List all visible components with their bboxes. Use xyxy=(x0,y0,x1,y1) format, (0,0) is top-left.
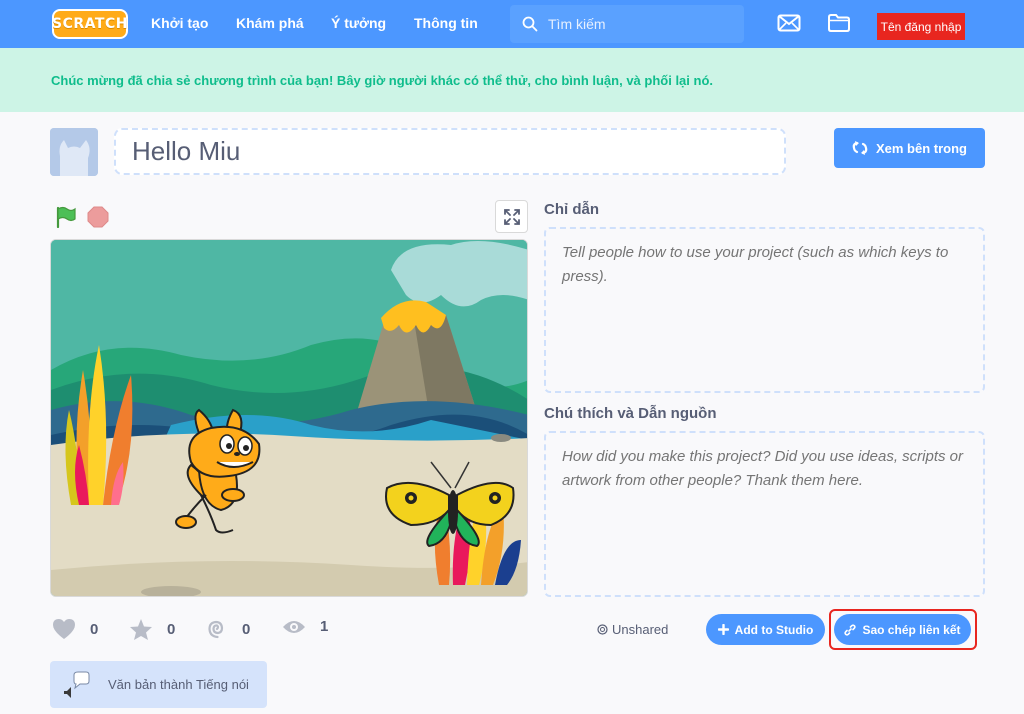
remix-stat: 0 xyxy=(206,618,250,640)
remix-count: 0 xyxy=(242,620,251,638)
eye-icon xyxy=(283,620,305,633)
nav-link-ideas[interactable]: Ý tưởng xyxy=(331,15,386,31)
notes-credits-textarea[interactable] xyxy=(544,431,985,597)
copy-link-button[interactable]: Sao chép liên kết xyxy=(834,614,971,645)
project-thumbnail[interactable] xyxy=(50,128,98,176)
favorite-stat[interactable]: 0 xyxy=(129,618,175,641)
project-stage[interactable] xyxy=(50,239,528,597)
view-count: 1 xyxy=(320,618,329,635)
green-flag-icon[interactable] xyxy=(55,206,77,228)
speaker-speech-icon xyxy=(64,671,90,698)
share-success-message: Chúc mừng đã chia sẻ chương trình của bạ… xyxy=(51,72,714,88)
unshared-icon xyxy=(597,624,608,635)
instructions-label: Chỉ dẫn xyxy=(544,201,599,218)
heart-icon xyxy=(53,619,75,639)
see-inside-button[interactable]: Xem bên trong xyxy=(834,128,985,168)
fullscreen-button[interactable] xyxy=(495,200,528,233)
scratch-logo[interactable]: SCRATCH xyxy=(52,9,128,39)
nav-link-explore[interactable]: Khám phá xyxy=(236,15,304,31)
message-icon[interactable] xyxy=(777,14,801,32)
share-status-label: Unshared xyxy=(612,622,669,637)
copy-link-label: Sao chép liên kết xyxy=(862,622,961,637)
search-input[interactable] xyxy=(548,16,728,32)
see-inside-label: Xem bên trong xyxy=(875,140,967,156)
stage-backdrop xyxy=(51,240,527,596)
project-title-input[interactable] xyxy=(114,128,786,175)
nav-link-about[interactable]: Thông tin xyxy=(414,15,478,31)
search-icon xyxy=(522,16,538,32)
text-to-speech-label: Văn bản thành Tiếng nói xyxy=(108,677,249,692)
plus-icon xyxy=(717,624,729,635)
add-to-studio-label: Add to Studio xyxy=(734,622,814,637)
text-to-speech-extension[interactable]: Văn bản thành Tiếng nói xyxy=(50,661,267,708)
link-icon xyxy=(844,623,857,636)
share-success-banner: Chúc mừng đã chia sẻ chương trình của bạ… xyxy=(0,48,1024,112)
instructions-textarea[interactable] xyxy=(544,227,985,393)
share-status: Unshared xyxy=(597,622,668,637)
folder-icon[interactable] xyxy=(827,13,851,33)
remix-spiral-icon xyxy=(208,620,224,639)
fullscreen-icon xyxy=(503,208,520,225)
login-button[interactable]: Tên đăng nhập xyxy=(877,13,965,40)
love-count: 0 xyxy=(90,620,99,638)
stop-sign-icon[interactable] xyxy=(87,206,109,228)
star-icon xyxy=(130,619,152,640)
cat-thumbnail-icon xyxy=(50,128,98,176)
search-box xyxy=(510,5,744,43)
love-stat[interactable]: 0 xyxy=(52,618,98,640)
favorite-count: 0 xyxy=(167,621,176,638)
remix-arrows-icon xyxy=(852,141,868,155)
add-to-studio-button[interactable]: Add to Studio xyxy=(706,614,825,645)
top-navbar: SCRATCH Khởi tạo Khám phá Ý tưởng Thông … xyxy=(0,0,1024,48)
view-stat: 1 xyxy=(282,618,328,635)
scratch-logo-text: SCRATCH xyxy=(52,16,128,32)
notes-credits-label: Chú thích và Dẫn nguồn xyxy=(544,405,717,422)
nav-link-create[interactable]: Khởi tạo xyxy=(151,15,208,31)
